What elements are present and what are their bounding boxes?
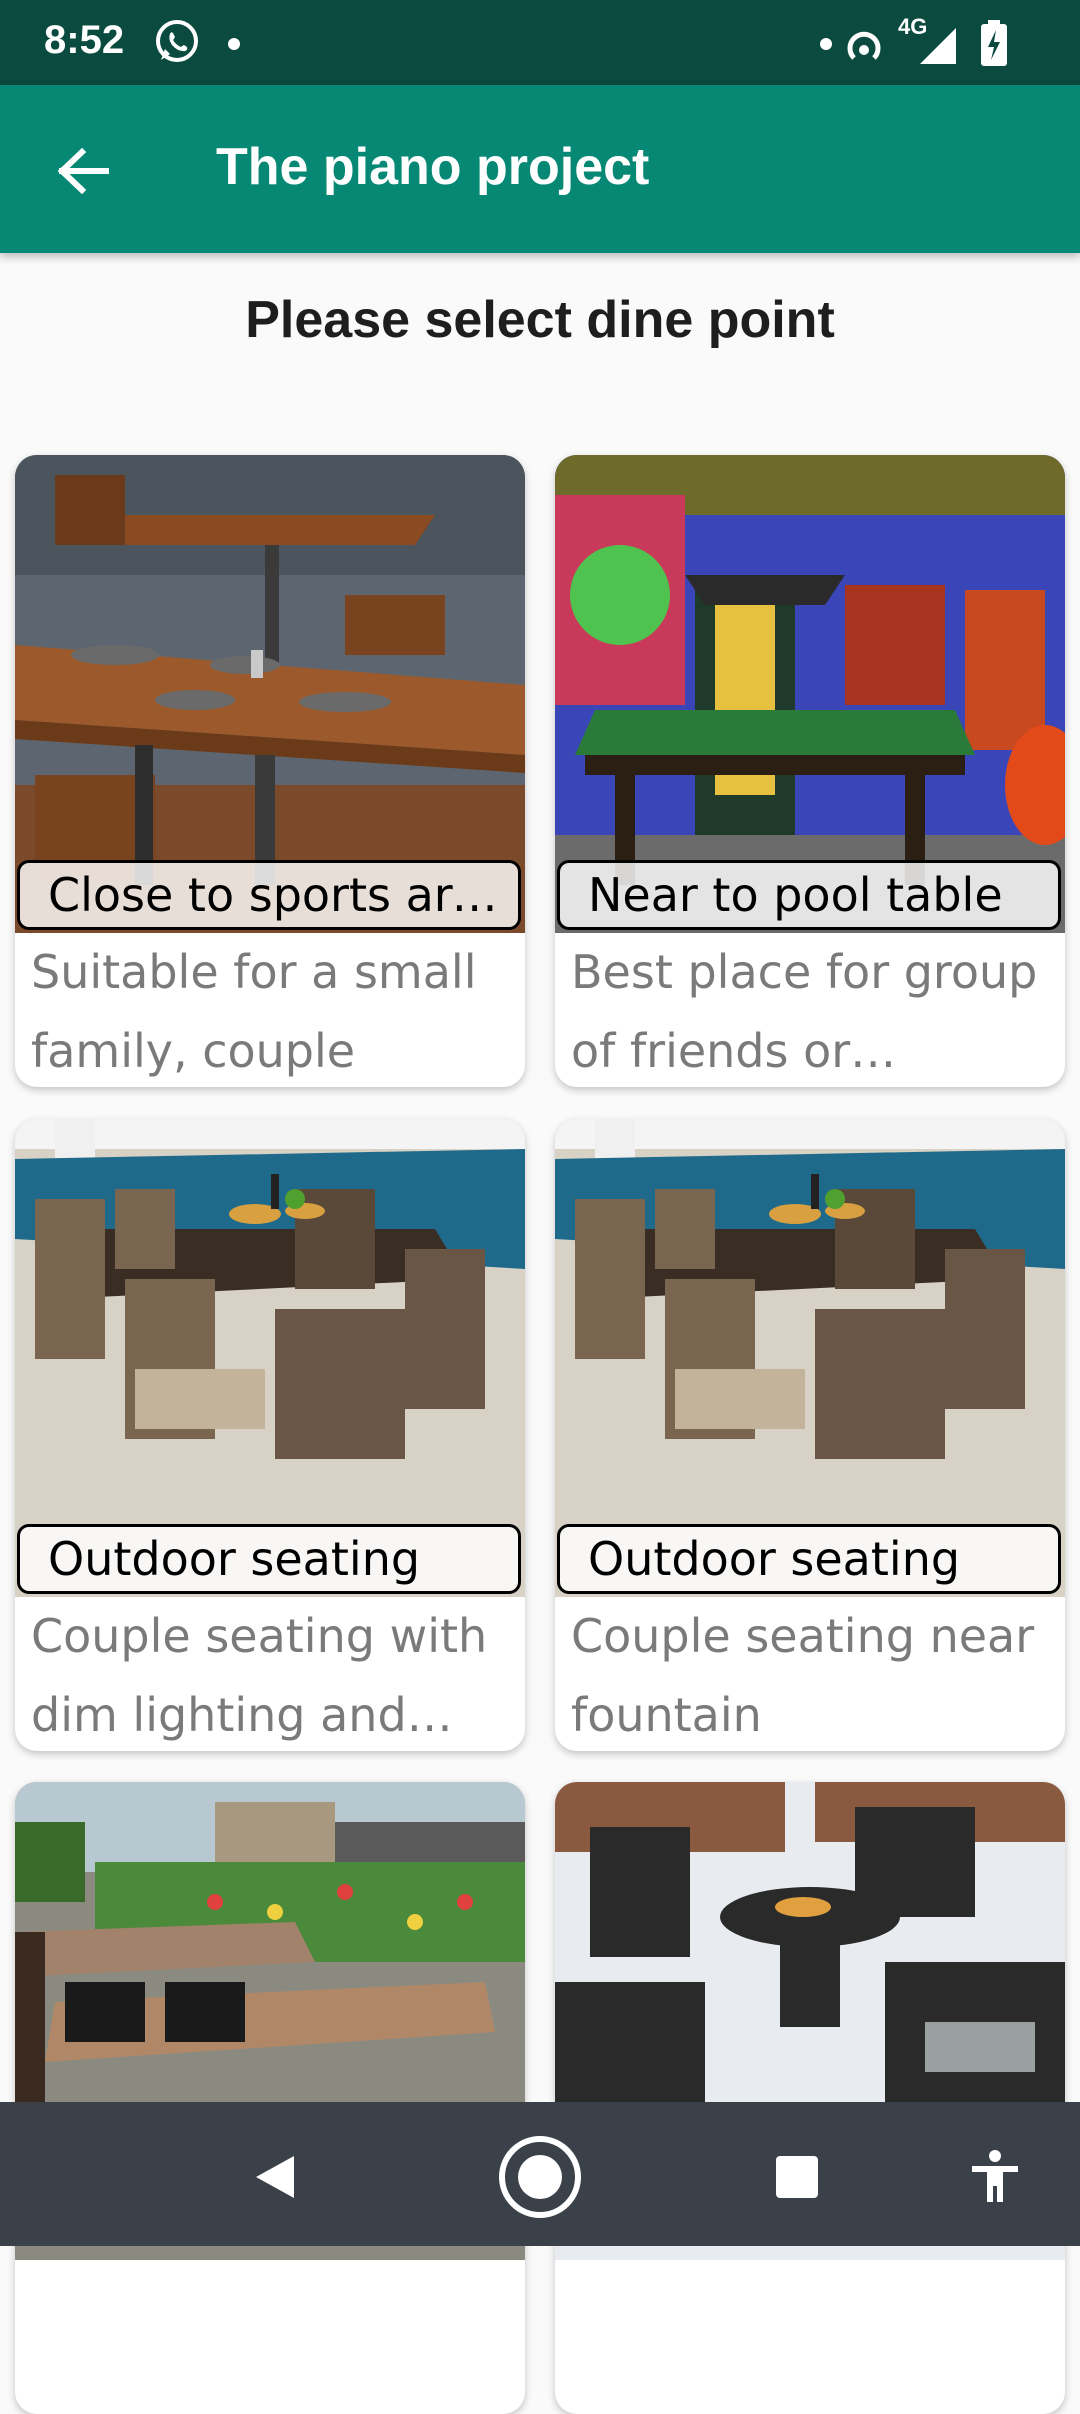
dine-point-card[interactable]: Outdoor seating Couple seating near foun…	[555, 1119, 1065, 1751]
status-time: 8:52	[44, 18, 125, 62]
nav-home-button[interactable]	[495, 2132, 585, 2222]
hotspot-icon	[847, 31, 881, 60]
whatsapp-icon	[156, 20, 198, 62]
notification-dot-icon	[820, 38, 832, 50]
card-label: Close to sports arena	[17, 860, 521, 930]
battery-charging-icon	[981, 20, 1007, 66]
accessibility-icon	[972, 2150, 1018, 2202]
status-bar: 8:52 4G	[0, 0, 1080, 85]
arrow-back-icon	[58, 148, 109, 194]
status-right-icons: 4G	[820, 14, 1050, 74]
back-triangle-icon	[256, 2156, 294, 2198]
dine-point-card[interactable]	[555, 1782, 1065, 2414]
card-label: Near to pool table	[557, 860, 1061, 930]
card-description: Couple seating near fountain	[571, 1609, 1035, 1742]
system-nav-bar	[0, 2102, 1080, 2246]
signal-icon	[920, 28, 956, 64]
recents-square-icon	[776, 2156, 818, 2198]
dine-point-card[interactable]: Outdoor seating Couple seating with dim …	[15, 1119, 525, 1751]
card-description: Couple seating with dim lighting and mus…	[31, 1609, 488, 1742]
nav-accessibility-button[interactable]	[950, 2132, 1040, 2222]
card-label: Outdoor seating	[557, 1524, 1061, 1594]
page-heading: Please select dine point	[245, 291, 835, 349]
dine-point-card[interactable]: Near to pool table Best place for group …	[555, 455, 1065, 1087]
app-title: The piano project	[216, 138, 650, 196]
notification-dot-icon	[228, 38, 240, 50]
nav-recents-button[interactable]	[752, 2132, 842, 2222]
app-bar: The piano project	[0, 85, 1080, 253]
dine-point-card[interactable]: Close to sports arena Suitable for a sma…	[15, 455, 525, 1087]
dine-point-card[interactable]	[15, 1782, 525, 2414]
back-button[interactable]	[48, 135, 120, 207]
home-circle-icon	[499, 2136, 581, 2218]
card-description: Suitable for a small family, couple	[31, 945, 477, 1078]
nav-back-button[interactable]	[230, 2132, 320, 2222]
card-label: Outdoor seating	[17, 1524, 521, 1594]
card-description: Best place for group of friends or colle…	[571, 945, 1038, 1078]
